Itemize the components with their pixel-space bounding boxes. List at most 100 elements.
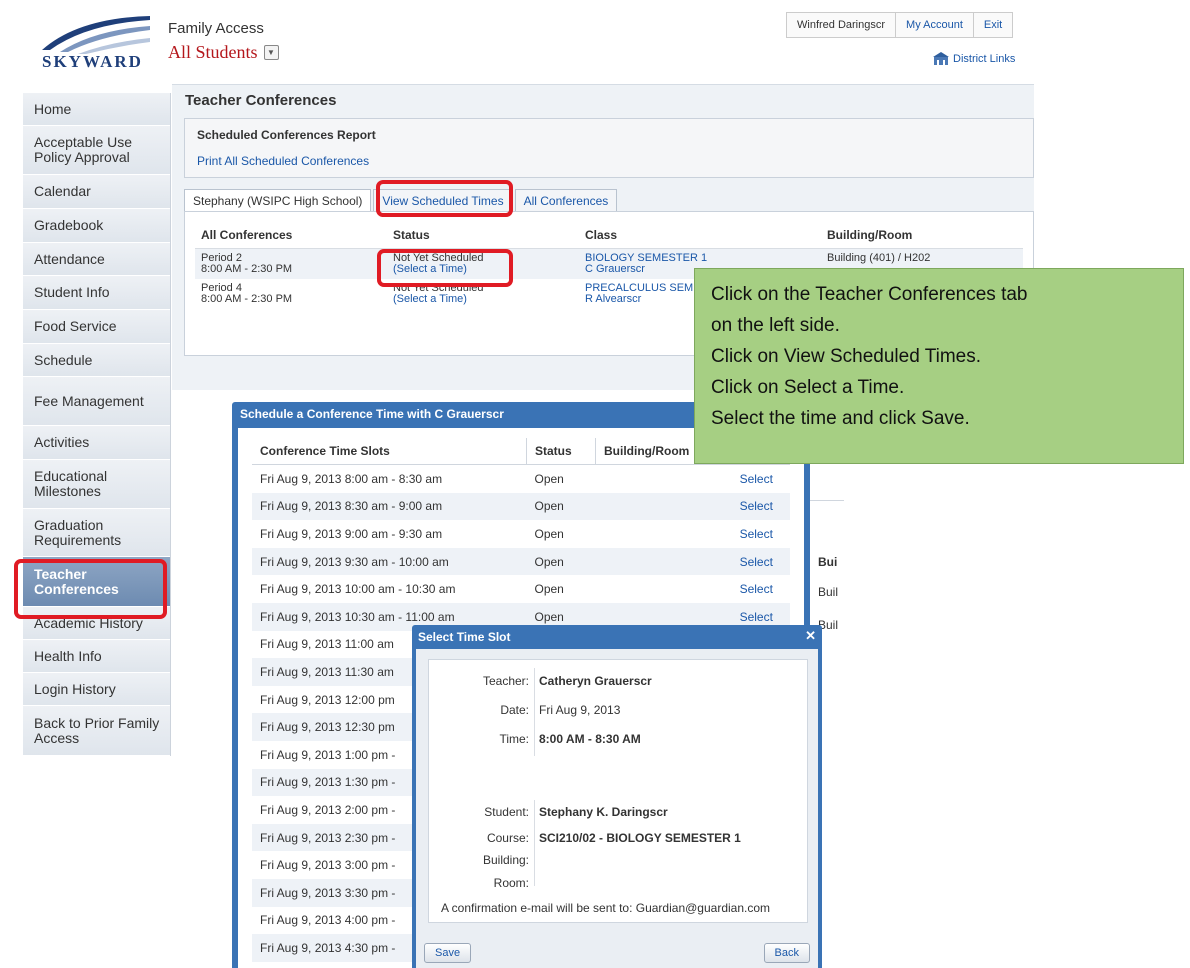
background-fragment: Buil xyxy=(818,585,839,599)
sidebar-item-label: Calendar xyxy=(34,183,91,199)
column-header: Status xyxy=(526,438,596,465)
sidebar-item-label: Fee Management xyxy=(34,392,144,409)
sidebar-item-calendar[interactable]: Calendar xyxy=(23,175,170,209)
time-value: 8:00 AM - 8:30 AM xyxy=(539,732,641,746)
slot-status: Open xyxy=(526,492,596,521)
divider xyxy=(534,800,535,886)
sidebar-item-label: Home xyxy=(34,100,72,117)
district-links-icon xyxy=(933,52,949,65)
student-value: Stephany K. Daringscr xyxy=(539,805,668,819)
close-icon[interactable]: ✕ xyxy=(805,628,816,644)
sidebar-item-label: Food Service xyxy=(34,318,117,334)
slot-time: Fri Aug 9, 2013 10:00 am - 10:30 am xyxy=(260,582,456,597)
chevron-down-icon[interactable]: ▼ xyxy=(263,45,279,60)
page-title: Teacher Conferences xyxy=(185,92,337,109)
app-title: Family Access xyxy=(168,20,264,37)
slot-status: Open xyxy=(534,582,564,597)
sidebar-item-label: Graduation Requirements xyxy=(34,516,122,548)
callout-line: Click on Select a Time. xyxy=(711,377,905,398)
sidebar-item-fee-management[interactable]: Fee Management xyxy=(23,377,170,426)
sidebar-item-educational-milestones[interactable]: Educational Milestones xyxy=(23,460,170,509)
callout-line: Click on View Scheduled Times. xyxy=(711,346,981,367)
sidebar-item-health-info[interactable]: Health Info xyxy=(23,640,170,673)
report-box xyxy=(184,118,1034,178)
slot-room xyxy=(596,575,723,603)
date-label: Date: xyxy=(500,703,529,717)
back-button[interactable]: Back xyxy=(763,943,810,963)
tab-student[interactable]: Stephany (WSIPC High School) xyxy=(184,189,372,211)
save-button[interactable]: Save xyxy=(424,943,472,963)
sidebar-item-label: Educational Milestones xyxy=(34,468,108,499)
sidebar-item-activities[interactable]: Activities xyxy=(23,426,170,460)
column-header: Class xyxy=(579,222,821,249)
teacher-value: Catheryn Grauerscr xyxy=(539,674,652,688)
sidebar-item-graduation-requirements[interactable]: Graduation Requirements xyxy=(23,509,170,557)
select-slot-link[interactable]: Select xyxy=(723,520,791,548)
slot-room xyxy=(595,492,723,521)
sidebar-item-label: Acceptable Use Policy Approval xyxy=(34,134,133,165)
callout-line: on the left side. xyxy=(711,315,840,336)
slot-details-card: Teacher: Catheryn Grauerscr Date: Fri Au… xyxy=(428,659,808,923)
skyward-logo-swoosh-icon xyxy=(42,16,150,54)
student-selector-label: All Students xyxy=(168,42,258,62)
sidebar-item-gradebook[interactable]: Gradebook xyxy=(23,209,170,243)
district-links-link[interactable]: District Links xyxy=(933,52,1015,66)
teacher-label: Teacher: xyxy=(482,674,529,688)
skyward-logo: SKYWARD xyxy=(38,14,153,76)
sidebar-nav: Home Acceptable Use Policy Approval Cale… xyxy=(23,93,171,756)
student-label: Student: xyxy=(484,805,529,819)
sidebar-item-food-service[interactable]: Food Service xyxy=(23,310,170,344)
sidebar-item-label: Student Info xyxy=(34,284,110,300)
exit-link[interactable]: Exit xyxy=(974,13,1012,37)
sidebar-item-label: Schedule xyxy=(34,351,93,368)
user-name: Winfred Daringscr xyxy=(787,13,897,37)
sidebar-item-attendance[interactable]: Attendance xyxy=(23,243,170,276)
slot-time: Fri Aug 9, 2013 9:30 am - 10:00 am xyxy=(252,547,527,576)
sidebar-item-acceptable-use[interactable]: Acceptable Use Policy Approval xyxy=(23,126,170,175)
sidebar-item-back-to-prior[interactable]: Back to Prior Family Access xyxy=(23,706,170,756)
sidebar-item-label: Login History xyxy=(34,680,116,697)
student-selector[interactable]: All Students ▼ xyxy=(168,42,279,63)
dialog-title: Select Time Slot xyxy=(418,630,511,644)
select-slot-link[interactable]: Select xyxy=(722,492,790,521)
course-value: SCI210/02 - BIOLOGY SEMESTER 1 xyxy=(539,831,741,845)
slot-status: Open xyxy=(534,526,564,541)
slot-room xyxy=(596,520,723,548)
sidebar-item-student-info[interactable]: Student Info xyxy=(23,276,170,310)
select-slot-link[interactable]: Select xyxy=(722,547,790,576)
report-title: Scheduled Conferences Report xyxy=(197,128,376,142)
tab-all-conferences[interactable]: All Conferences xyxy=(514,189,618,211)
callout-line: Select the time and click Save. xyxy=(711,408,970,429)
highlight-teacher-conferences xyxy=(14,559,167,619)
sidebar-item-schedule[interactable]: Schedule xyxy=(23,344,170,377)
district-links-label: District Links xyxy=(953,53,1016,65)
instruction-callout: Click on the Teacher Conferences tab on … xyxy=(694,268,1184,464)
sidebar-item-home[interactable]: Home xyxy=(23,93,170,126)
top-account-bar: Winfred Daringscr My Account Exit xyxy=(786,12,1014,38)
slot-status: Open xyxy=(534,471,564,486)
select-slot-link[interactable]: Select xyxy=(723,575,791,603)
course-label: Course: xyxy=(486,831,529,845)
room: Building (401) / H202 xyxy=(827,252,931,264)
select-slot-link[interactable]: Select xyxy=(723,465,791,493)
table-row: Fri Aug 9, 2013 8:00 am - 8:30 am Open Sel… xyxy=(252,465,790,493)
slot-time: Fri Aug 9, 2013 8:30 am - 9:00 am xyxy=(252,492,527,521)
sidebar-item-label: Activities xyxy=(34,434,90,450)
confirmation-text: A confirmation e-mail will be sent to: G… xyxy=(441,901,771,915)
select-time-slot-dialog: Select Time Slot ✕ Teacher: Catheryn Gra… xyxy=(412,625,822,968)
slot-status: Open xyxy=(526,547,596,576)
divider xyxy=(534,668,535,756)
select-a-time-link[interactable]: (Select a Time) xyxy=(393,294,573,305)
my-account-link[interactable]: My Account xyxy=(896,13,974,37)
background-fragment: Bui xyxy=(818,555,838,569)
table-row: Fri Aug 9, 2013 9:00 am - 9:30 am Open Sel… xyxy=(252,520,790,548)
room-label: Room: xyxy=(493,876,529,890)
dialog-body: Teacher: Catheryn Grauerscr Date: Fri Au… xyxy=(416,649,818,968)
time-label: Time: xyxy=(499,732,529,746)
column-header: Conference Time Slots xyxy=(252,438,527,465)
date-value: Fri Aug 9, 2013 xyxy=(539,703,621,717)
print-all-conferences-link[interactable]: Print All Scheduled Conferences xyxy=(197,154,369,168)
column-header: Building/Room xyxy=(821,222,1023,249)
logo-text: SKYWARD xyxy=(42,52,143,71)
sidebar-item-login-history[interactable]: Login History xyxy=(23,673,170,706)
